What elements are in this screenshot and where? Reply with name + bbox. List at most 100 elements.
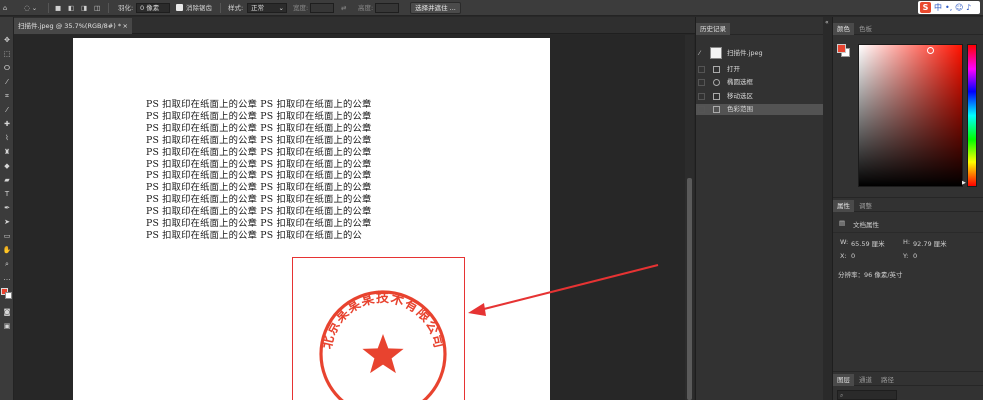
scrollbar-thumb[interactable] [687, 178, 692, 400]
brush-snapshot-icon: ⁄ [699, 49, 701, 57]
history-step-icon [713, 79, 720, 87]
resolution-value: 分辨率：96 像素/英寸 [838, 271, 903, 279]
shape-tool-icon[interactable]: ▭ [2, 231, 12, 241]
antialias-checkbox[interactable] [176, 4, 183, 11]
crop-tool-icon[interactable]: ⌗ [2, 91, 12, 101]
height-input[interactable] [375, 3, 399, 13]
type-tool-icon[interactable]: T [2, 189, 12, 199]
properties-panel-tabs: 属性 调整 [833, 200, 983, 212]
history-item-label: 椭圆选框 [727, 78, 753, 87]
quick-mask-icon[interactable]: ◙ [2, 307, 12, 317]
style-label: 样式: [228, 4, 244, 12]
marquee-preset-icon[interactable]: ◌ ⌄ [24, 3, 37, 13]
x-prop-value[interactable]: 0 [851, 252, 855, 260]
hand-tool-icon[interactable]: ✋ [2, 245, 12, 255]
canvas-vertical-scrollbar[interactable] [685, 35, 694, 400]
punctuation-icon[interactable]: •, [945, 2, 952, 13]
history-item[interactable]: 打开 [696, 64, 823, 75]
screen-mode-icon[interactable]: ▣ [2, 321, 12, 331]
eyedropper-tool-icon[interactable]: ⁄ [2, 105, 12, 115]
width-prop-label: W: [840, 238, 849, 246]
style-select[interactable]: 正常 ⌄ [247, 3, 287, 13]
history-step-icon [713, 105, 720, 113]
lasso-tool-icon[interactable]: ⵔ [2, 63, 12, 73]
intersect-selection-icon[interactable]: ◫ [94, 3, 100, 13]
brush-tool-icon[interactable]: ⌇ [2, 133, 12, 143]
select-and-mask-button[interactable]: 选择并遮住 ... [410, 2, 461, 14]
divider [108, 3, 109, 13]
history-item[interactable]: 色彩范围 [696, 103, 823, 115]
y-prop-value[interactable]: 0 [913, 252, 917, 260]
annotation-arrow [468, 264, 659, 316]
divider [833, 232, 983, 233]
hue-slider[interactable] [967, 44, 977, 187]
history-item-label: 色彩范围 [727, 104, 753, 113]
emoji-icon[interactable]: ☺ [955, 2, 963, 13]
new-selection-icon[interactable]: ■ [55, 3, 61, 13]
collapse-icon[interactable]: « [825, 19, 829, 26]
tools-panel: ✥ ⬚ ⵔ ⁄ ⌗ ⁄ ✚ ⌇ ♜ ◆ ▰ T ✒ ➤ ▭ ✋ ⌕ … ◙ ▣ [0, 17, 14, 400]
history-state-toggle[interactable] [698, 66, 705, 73]
close-icon[interactable]: × [123, 18, 128, 34]
healing-tool-icon[interactable]: ✚ [2, 119, 12, 129]
color-panel-tabs: 颜色 色板 [833, 23, 983, 35]
history-step-icon [713, 66, 720, 73]
move-tool-icon[interactable]: ✥ [2, 35, 12, 45]
home-icon[interactable]: ⌂ [3, 3, 7, 13]
x-prop-label: X: [840, 252, 847, 260]
color-picker-field[interactable] [858, 44, 963, 187]
tab-color[interactable]: 颜色 [833, 23, 854, 35]
height-prop-value[interactable]: 92.79 厘米 [913, 238, 947, 248]
history-step-icon [713, 92, 720, 100]
swap-arrows-icon[interactable]: ⇄ [341, 3, 346, 13]
zoom-tool-icon[interactable]: ⌕ [2, 259, 12, 269]
gradient-tool-icon[interactable]: ▰ [2, 175, 12, 185]
antialias-label: 消除锯齿 [186, 4, 212, 12]
height-label: 高度: [358, 4, 374, 12]
width-input[interactable] [310, 3, 334, 13]
history-state-toggle[interactable] [698, 92, 705, 100]
document-tab[interactable]: 扫描件.jpeg @ 35.7%(RGB/8#) * × [14, 18, 132, 34]
height-prop-label: H: [903, 238, 911, 246]
history-item[interactable]: 移动选区 [696, 91, 823, 102]
eraser-tool-icon[interactable]: ◆ [2, 161, 12, 171]
color-picker-cursor[interactable] [927, 47, 934, 54]
history-panel: 历史记录 ⁄ 扫描件.jpeg 打开椭圆选框移动选区色彩范围 [695, 17, 823, 400]
hue-slider-marker[interactable]: ▶ [962, 180, 966, 186]
tab-swatches[interactable]: 色板 [855, 23, 876, 35]
document-tab-title: 扫描件.jpeg @ 35.7%(RGB/8#) * [18, 22, 122, 30]
seal-star [362, 334, 404, 374]
marquee-tool-icon[interactable]: ⬚ [2, 49, 12, 59]
tab-channels[interactable]: 通道 [855, 374, 876, 386]
width-prop-value[interactable]: 65.59 厘米 [851, 238, 885, 248]
history-item[interactable]: 椭圆选框 [696, 77, 823, 88]
path-select-tool-icon[interactable]: ➤ [2, 217, 12, 227]
history-item-label: 打开 [727, 65, 740, 73]
stamp-tool-icon[interactable]: ♜ [2, 147, 12, 157]
add-selection-icon[interactable]: ◧ [68, 3, 74, 13]
tab-paths[interactable]: 路径 [877, 374, 898, 386]
layers-panel-tabs: 图层 通道 路径 [833, 374, 983, 386]
layer-filter-input[interactable]: ⌕ [837, 390, 897, 400]
document-canvas[interactable]: PS 扣取印在纸面上的公章 PS 扣取印在纸面上的公章 PS 扣取印在纸面上的公章… [73, 38, 550, 400]
doc-props-label: 文档属性 [853, 221, 879, 229]
width-label: 宽度: [293, 4, 309, 12]
history-state-toggle[interactable] [698, 79, 705, 87]
fg-color-chip[interactable] [837, 44, 846, 53]
subtract-selection-icon[interactable]: ◨ [81, 3, 87, 13]
panel-collapse-strip[interactable]: « [823, 17, 832, 400]
background-color-swatch[interactable] [5, 292, 12, 299]
pen-tool-icon[interactable]: ✒ [2, 203, 12, 213]
tab-history[interactable]: 历史记录 [696, 23, 730, 35]
tab-properties[interactable]: 属性 [833, 200, 854, 212]
tab-layers[interactable]: 图层 [833, 374, 854, 386]
feather-input[interactable]: 0 像素 [136, 3, 170, 13]
microphone-icon[interactable]: ♪ [966, 2, 971, 13]
magic-wand-tool-icon[interactable]: ⁄ [2, 77, 12, 87]
more-tools-icon[interactable]: … [2, 273, 12, 283]
history-state-toggle[interactable] [698, 105, 705, 113]
ime-lang-indicator[interactable]: 中 [934, 2, 942, 13]
ime-toolbar[interactable]: S 中 •, ☺ ♪ [918, 1, 980, 14]
tab-adjustments[interactable]: 调整 [855, 200, 876, 212]
history-snapshot[interactable]: ⁄ 扫描件.jpeg [696, 45, 823, 61]
